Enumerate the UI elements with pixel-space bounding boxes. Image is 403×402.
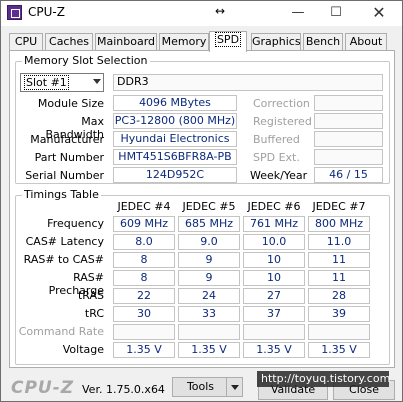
week-year-label: Week/Year [250,169,308,182]
timings-cell: 1.35 V [243,342,305,358]
chevron-down-icon[interactable] [226,378,242,396]
spd-ext-label: SPD Ext. [253,151,300,164]
manufacturer-field: Hyundai Electronics [113,131,237,147]
tab-bench[interactable]: Bench [303,33,343,51]
registered-field [314,113,383,129]
timings-cell [243,324,305,340]
timings-cell [308,324,370,340]
spd-ext-field [314,149,383,165]
manufacturer-label: Manufacturer [30,133,104,146]
timings-row-label: CAS# Latency [25,235,104,248]
module-size-label: Module Size [37,97,104,110]
timings-col-header: JEDEC #5 [182,200,236,213]
correction-label: Correction [253,97,310,110]
timings-cell: 8 [113,252,175,268]
tab-mainboard[interactable]: Mainboard [95,33,157,51]
title-bar[interactable]: CPU-Z ↔ — ☐ ✕ [1,1,402,26]
buffered-field [314,131,383,147]
window-title: CPU-Z [28,5,65,19]
timings-cell: 10.0 [243,234,305,250]
cpuz-logo: CPU-Z [11,378,75,398]
timings-cell: 1.35 V [113,342,175,358]
minimize-button[interactable]: — [283,1,313,26]
tab-graphics[interactable]: Graphics [251,33,301,51]
timings-cell: 33 [178,306,240,322]
memory-slot-group-title: Memory Slot Selection [22,54,150,67]
timings-cell: 800 MHz [308,216,370,232]
timings-cell: 609 MHz [113,216,175,232]
timings-cell: 761 MHz [243,216,305,232]
timings-cell: 9 [178,252,240,268]
timings-cell: 9 [178,270,240,286]
timings-cell: 11 [308,270,370,286]
serial-number-field: 124D952C [113,167,237,183]
timings-cell: 39 [308,306,370,322]
week-year-field: 46 / 15 [314,167,383,183]
max-bandwidth-field: PC3-12800 (800 MHz) [113,113,237,129]
timings-col-header: JEDEC #4 [117,200,171,213]
buffered-label: Buffered [253,133,300,146]
timings-cell: 10 [243,270,305,286]
timings-cell: 37 [243,306,305,322]
timings-row-label: Voltage [62,343,104,356]
module-size-field: 4096 MBytes [113,95,237,111]
timings-row-label: tRAS [77,289,104,302]
timings-cell: 1.35 V [308,342,370,358]
timings-row-label: Command Rate [18,325,104,338]
timings-cell [178,324,240,340]
close-window-button[interactable]: ✕ [364,1,394,26]
timings-cell: 30 [113,306,175,322]
tab-spd[interactable]: SPD [209,31,247,52]
cpuz-window: CPU-Z ↔ — ☐ ✕ CPU Caches Mainboard Memor… [0,0,403,402]
part-number-label: Part Number [34,151,104,164]
slot-select[interactable]: Slot #1 [20,73,104,92]
timings-cell: 22 [113,288,175,304]
tab-about[interactable]: About [345,33,387,51]
tab-spd-label: SPD [214,32,242,47]
timings-cell: 685 MHz [178,216,240,232]
cpuz-app-icon [7,5,22,20]
timings-col-header: JEDEC #6 [247,200,301,213]
slot-select-value: Slot #1 [24,75,69,90]
tools-button-label: Tools [186,380,215,393]
chevron-down-icon [93,79,101,84]
part-number-field: HMT451S6BFR8A-PB [113,149,237,165]
serial-number-label: Serial Number [25,169,104,182]
timings-cell [113,324,175,340]
timings-row-label: Frequency [47,217,104,230]
timings-row-label: RAS# to CAS# [23,253,104,266]
tab-caches[interactable]: Caches [45,33,93,51]
version-label: Ver. 1.75.0.x64 [82,383,165,396]
timings-cell: 8 [113,270,175,286]
timings-cell: 24 [178,288,240,304]
registered-label: Registered [253,115,312,128]
tab-bar: CPU Caches Mainboard Memory SPD Graphics… [9,31,395,52]
timings-cell: 28 [308,288,370,304]
timings-cell: 1.35 V [178,342,240,358]
tab-cpu[interactable]: CPU [9,33,43,51]
timings-group-title: Timings Table [22,188,101,201]
timings-cell: 27 [243,288,305,304]
memory-type-field: DDR3 [113,74,383,91]
timings-cell: 11.0 [308,234,370,250]
memory-slot-group: Memory Slot Selection Slot #1 DDR3 Modul… [15,54,390,184]
timings-col-header: JEDEC #7 [312,200,366,213]
tab-memory[interactable]: Memory [159,33,209,51]
timings-group: Timings Table JEDEC #4 JEDEC #5 JEDEC #6… [15,188,390,365]
tools-button[interactable]: Tools [172,377,243,397]
resize-icon: ↔ [215,4,226,18]
spd-panel: Memory Slot Selection Slot #1 DDR3 Modul… [9,50,395,368]
watermark-overlay: http://toyuq.tistory.com [257,371,390,387]
correction-field [314,95,383,111]
timings-cell: 8.0 [113,234,175,250]
timings-cell: 11 [308,252,370,268]
timings-cell: 9.0 [178,234,240,250]
timings-row-label: tRC [84,307,104,320]
timings-cell: 10 [243,252,305,268]
maximize-button[interactable]: ☐ [321,1,351,26]
